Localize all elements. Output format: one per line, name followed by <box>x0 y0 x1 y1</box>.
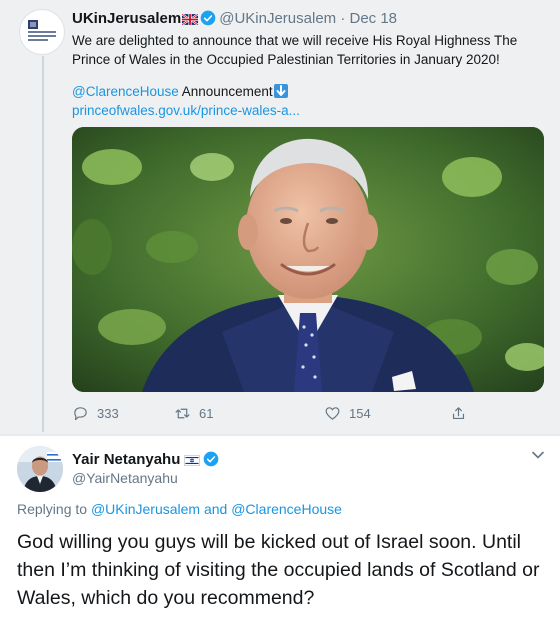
replying-to-line: Replying to @UKinJerusalem and @Clarence… <box>17 500 342 519</box>
reply-count: 333 <box>97 406 119 421</box>
announcement-word: Announcement <box>181 84 273 99</box>
down-arrow-emoji-icon <box>273 84 288 98</box>
announcement-line: @ClarenceHouse Announcement <box>72 82 288 101</box>
share-icon <box>452 407 465 420</box>
reply-icon <box>74 407 87 421</box>
replying-prefix: Replying to <box>17 501 88 517</box>
replying-and[interactable]: and <box>204 501 227 517</box>
israel-flag-icon <box>184 455 201 466</box>
yair-netanyahu-avatar[interactable] <box>17 446 63 492</box>
reply-author-handle[interactable]: @YairNetanyahu <box>72 469 178 488</box>
retweet-icon <box>175 408 190 419</box>
author-name[interactable]: UKinJerusalem <box>72 10 181 27</box>
photo-illustration <box>72 127 544 392</box>
uk-flag-icon <box>182 14 199 25</box>
prince-charles-photo[interactable] <box>72 127 544 392</box>
original-tweet-header: UKinJerusalem @UKinJerusalem · Dec 18 <box>72 9 397 29</box>
original-tweet[interactable]: UKinJerusalem @UKinJerusalem · Dec 18 We… <box>0 0 560 434</box>
reply-author-name[interactable]: Yair Netanyahu <box>72 451 180 468</box>
verified-badge-icon <box>200 10 216 26</box>
verified-badge-icon <box>204 451 219 467</box>
tweet-date[interactable]: Dec 18 <box>350 10 398 27</box>
reply-author-line: Yair Netanyahu <box>72 450 222 470</box>
royal-crest-icon <box>28 20 38 29</box>
clarencehouse-mention[interactable]: @ClarenceHouse <box>72 84 179 99</box>
dot-separator: · <box>340 10 346 27</box>
replying-mention-clarencehouse[interactable]: @ClarenceHouse <box>231 501 342 517</box>
chevron-down-icon[interactable] <box>532 451 544 459</box>
crest-text-lines <box>28 31 56 43</box>
retweet-action[interactable]: 61 <box>174 405 213 422</box>
external-link[interactable]: princeofwales.gov.uk/prince-wales-a... <box>72 101 300 120</box>
reply-tweet-text: God willing you guys will be kicked out … <box>17 531 540 609</box>
ukinjerusalem-avatar[interactable] <box>19 9 65 55</box>
like-icon <box>325 407 340 420</box>
like-count: 154 <box>349 406 371 421</box>
reply-action[interactable]: 333 <box>72 405 119 422</box>
retweet-count: 61 <box>199 406 214 421</box>
external-link-text[interactable]: princeofwales.gov.uk/prince-wales-a... <box>72 103 300 118</box>
author-handle[interactable]: @UKinJerusalem <box>219 10 336 27</box>
reply-tweet[interactable]: Yair Netanyahu @YairNetanyahu Replying t… <box>0 436 560 624</box>
thread-connector-line <box>42 56 44 432</box>
replying-mention-ukinjerusalem[interactable]: @UKinJerusalem <box>91 501 200 517</box>
original-tweet-text: We are delighted to announce that we wil… <box>72 33 518 67</box>
share-action[interactable] <box>450 405 467 422</box>
avatar-illustration <box>17 446 63 492</box>
original-tweet-actions: 333 61 154 <box>72 405 472 429</box>
like-action[interactable]: 154 <box>324 405 371 422</box>
